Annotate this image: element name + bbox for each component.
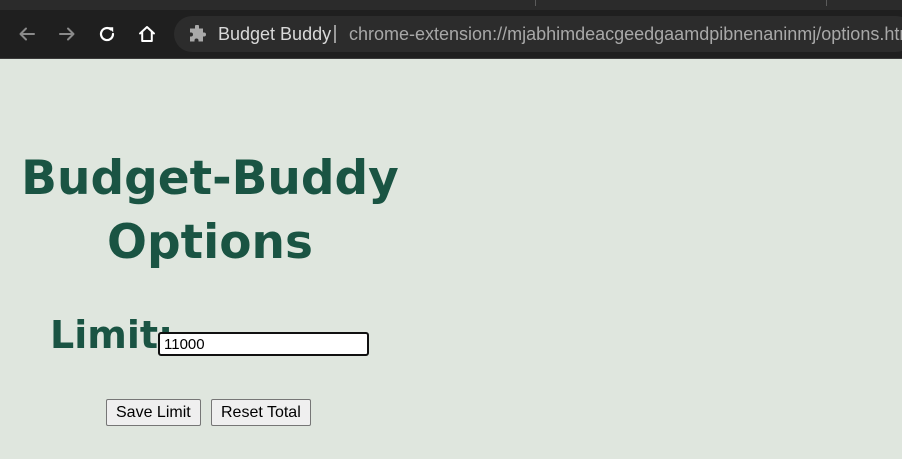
site-name: Budget Buddy [218,24,332,44]
page-title-line1: Budget-Buddy [21,151,399,206]
tab-separator [826,0,827,6]
reload-button[interactable] [94,21,120,47]
options-page: Budget-Buddy Options Limit: Save Limit R… [0,59,902,459]
forward-button[interactable] [54,21,80,47]
address-divider [334,25,336,43]
address-bar[interactable]: Budget Buddy chrome-extension://mjabhimd… [174,16,902,52]
reload-icon [99,26,115,42]
extension-puzzle-icon [190,25,206,42]
save-limit-button[interactable]: Save Limit [106,399,201,426]
tab-strip [0,0,902,10]
forward-arrow-icon [59,27,75,41]
address-url[interactable]: chrome-extension://mjabhimdeacgeedgaamdp… [349,24,902,45]
home-icon [139,26,155,42]
limit-input[interactable] [158,332,369,356]
tab-separator [535,0,536,6]
browser-toolbar: Budget Buddy chrome-extension://mjabhimd… [0,10,902,59]
limit-label: Limit: [50,313,174,357]
back-arrow-icon [19,27,35,41]
page-title: Budget-Buddy Options [20,147,400,275]
home-button[interactable] [134,21,160,47]
reset-total-button[interactable]: Reset Total [211,399,311,426]
back-button[interactable] [14,21,40,47]
page-title-line2: Options [107,215,313,270]
